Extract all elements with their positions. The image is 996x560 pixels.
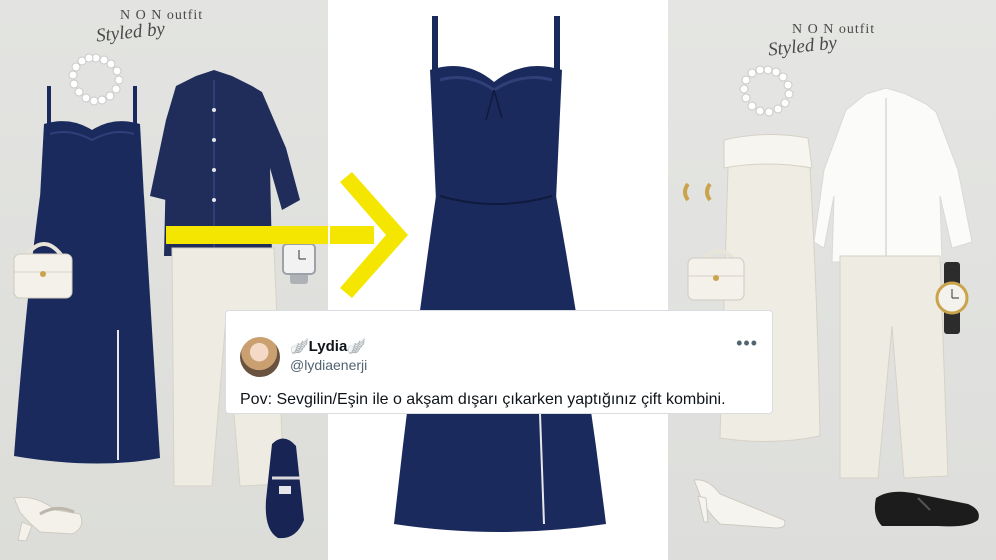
yellow-arrow [330,172,408,298]
right-outfit-panel: N O N outfit Styled by [668,0,996,560]
user-avatar[interactable] [240,337,280,377]
right-outfit-illustration [683,65,979,529]
black-tassel-loafer [874,491,979,527]
pearl-necklace [68,53,124,106]
navy-dress-closeup [394,16,606,532]
white-pointed-pumps [693,479,786,529]
left-outfit-illustration [13,53,328,542]
left-outfit-panel: N O N outfit Styled by [0,0,328,560]
navy-suede-loafer [265,438,304,539]
tweet-display-name[interactable]: 🪽Lydia🪽 [290,337,366,355]
more-options-icon[interactable]: ••• [736,333,758,354]
white-button-shirt [813,87,973,263]
arrow-shaft-left [166,226,328,244]
tweet-text: Pov: Sevgilin/Eşin ile o akşam dışarı çı… [240,391,726,408]
tweet-card[interactable]: 🪽Lydia🪽 @lydiaenerji ••• Pov: Sevgilin/E… [225,310,773,414]
white-handbag [687,249,745,301]
tweet-handle[interactable]: @lydiaenerji [290,357,367,373]
cream-trousers [839,255,949,479]
gold-hoop-earrings [683,182,712,202]
center-dress-panel [330,0,668,560]
center-dress-illustration [330,16,606,532]
white-mule-heels [13,496,83,542]
pearl-necklace [739,65,794,117]
